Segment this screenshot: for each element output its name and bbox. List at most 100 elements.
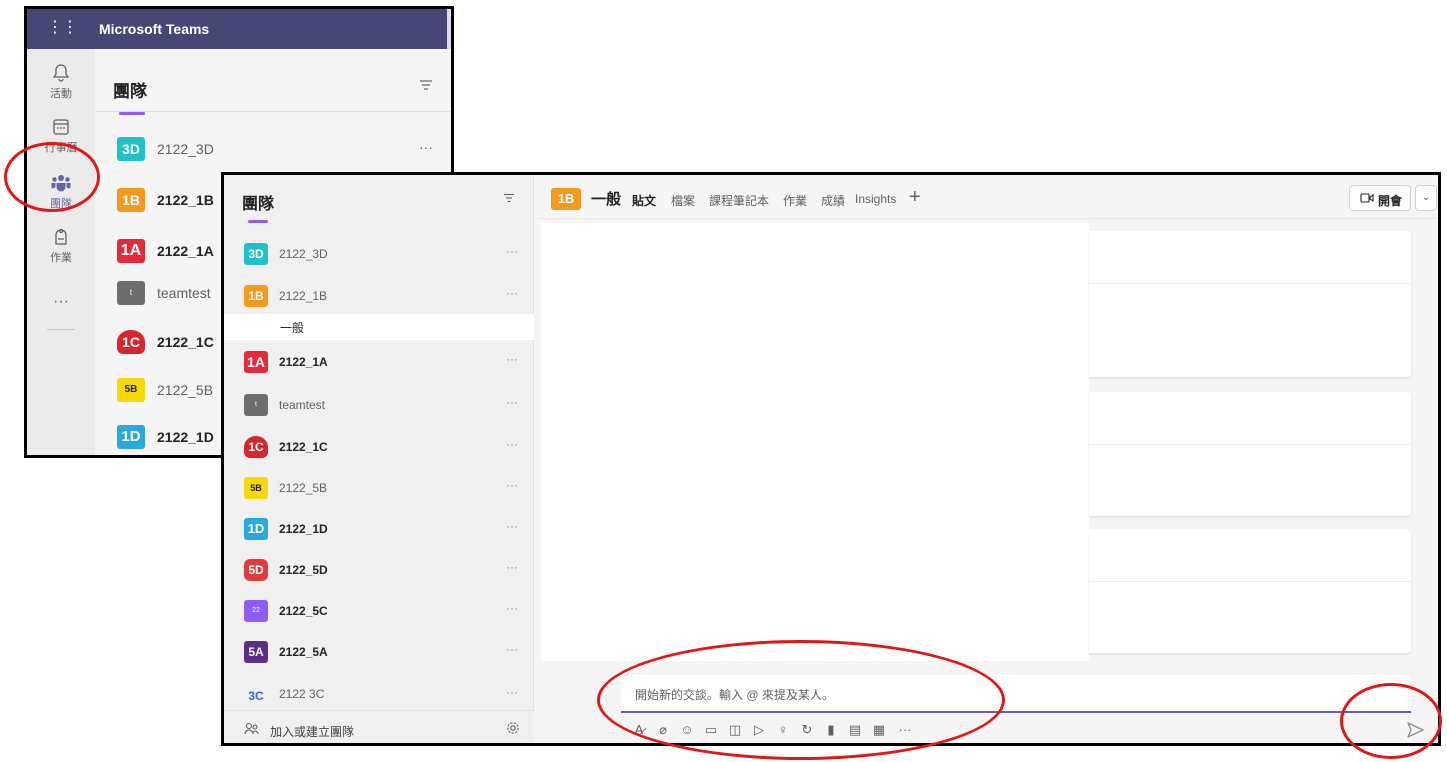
tab-insights[interactable]: Insights <box>855 192 896 206</box>
team-avatar: 1B <box>244 285 268 307</box>
team-row-1b[interactable]: 1B 2122_1B ··· <box>224 279 534 315</box>
team-row-1a[interactable]: 1A 2122_1A ··· <box>224 345 534 381</box>
send-icon[interactable] <box>1405 720 1425 740</box>
more-options-icon[interactable]: ··· <box>506 395 518 409</box>
team-avatar: 5D <box>244 559 268 581</box>
more-options-icon[interactable]: ··· <box>506 601 518 615</box>
more-options-icon[interactable]: ··· <box>506 478 518 492</box>
rail-label: 活動 <box>50 88 72 100</box>
team-row-5b[interactable]: 5B 2122_5B ··· <box>224 471 534 507</box>
filter-icon[interactable] <box>503 193 515 203</box>
gear-icon[interactable] <box>506 721 520 735</box>
teams-list-title: 團隊 <box>242 196 275 213</box>
sticker-icon[interactable]: ◫ <box>727 721 743 739</box>
join-create-team[interactable]: 加入或建立團隊 <box>224 710 534 743</box>
compose-box[interactable]: 開始新的交談。輸入 @ 來提及某人。 <box>621 675 1411 713</box>
meet-now-icon[interactable]: ▷ <box>751 721 767 739</box>
forms-icon[interactable]: ▤ <box>847 721 863 739</box>
praise-icon[interactable]: ♀ <box>775 721 791 739</box>
team-row-teamtest[interactable]: t teamtest ··· <box>224 388 534 424</box>
team-avatar: 3D <box>117 137 145 161</box>
team-row-1d[interactable]: 1D 2122_1D ··· <box>224 512 534 548</box>
tab-grades[interactable]: 成績 <box>821 192 845 209</box>
team-name: 2122_1C <box>157 334 214 350</box>
team-name: 2122_1B <box>279 289 328 303</box>
rail-item-assignments[interactable]: 作業 <box>27 221 95 271</box>
team-name: teamtest <box>157 285 211 301</box>
rail-label: 作業 <box>50 252 72 264</box>
meet-button-label: 開會 <box>1378 194 1403 208</box>
channel-pane: 1B 一般 貼文 檔案 課程筆記本 作業 成績 Insights + 開會 ⌄ <box>535 175 1438 743</box>
divider <box>1089 581 1411 582</box>
filter-icon[interactable] <box>419 79 433 91</box>
title-bar-edge <box>447 9 451 49</box>
team-name: 2122_1A <box>157 243 214 259</box>
teams-list-title: 團隊 <box>113 82 147 101</box>
channel-item-general[interactable]: 一般 <box>224 314 534 340</box>
team-row-3c[interactable]: 3C 2122 3C ··· <box>224 681 534 705</box>
post-card[interactable] <box>1089 529 1411 653</box>
team-avatar: 1D <box>244 518 268 540</box>
tab-assignments[interactable]: 作業 <box>783 192 807 209</box>
post-card[interactable] <box>1089 231 1411 377</box>
team-avatar: 5A <box>244 641 268 663</box>
more-options-icon[interactable]: ··· <box>506 244 518 258</box>
title-bar: ⋮⋮ Microsoft Teams <box>27 9 451 49</box>
meet-dropdown-button[interactable]: ⌄ <box>1415 185 1437 211</box>
app-rail: 活動 行事曆 團隊 作業 ··· <box>27 49 95 455</box>
more-options-icon[interactable]: ··· <box>506 352 518 366</box>
team-avatar: t <box>244 394 268 416</box>
teams-icon <box>51 175 71 192</box>
loop-icon[interactable]: ↻ <box>799 721 815 739</box>
app-launcher-icon[interactable]: ⋮⋮ <box>47 18 78 38</box>
team-name: 2122_5B <box>279 481 328 495</box>
gif-icon[interactable]: ▭ <box>703 721 719 739</box>
attach-icon[interactable]: ⌀ <box>655 721 671 739</box>
compose-placeholder: 開始新的交談。輸入 @ 來提及某人。 <box>635 688 834 702</box>
tab-posts[interactable]: 貼文 <box>632 192 656 209</box>
more-options-icon[interactable]: ··· <box>506 685 518 699</box>
rail-item-calendar[interactable]: 行事曆 <box>27 111 95 161</box>
team-row-5c[interactable]: 22 2122_5C ··· <box>224 594 534 630</box>
rail-label: 團隊 <box>50 198 72 210</box>
more-options-icon[interactable]: ··· <box>419 139 433 155</box>
meet-button[interactable]: 開會 <box>1349 185 1411 211</box>
post-card[interactable] <box>1089 392 1411 516</box>
more-apps-button[interactable]: ··· <box>27 293 95 311</box>
add-tab-button[interactable]: + <box>909 186 921 209</box>
more-options-icon[interactable]: ··· <box>506 519 518 533</box>
tab-files[interactable]: 檔案 <box>671 192 695 209</box>
more-options-icon[interactable]: ··· <box>506 437 518 451</box>
join-create-team-label: 加入或建立團隊 <box>270 725 355 739</box>
format-icon[interactable]: A̷ <box>631 721 647 739</box>
channel-title: 一般 <box>591 191 622 208</box>
more-options-icon[interactable]: ··· <box>506 642 518 656</box>
channel-team-avatar: 1B <box>551 188 581 210</box>
team-row-1c[interactable]: 1C 2122_1C ··· <box>224 430 534 466</box>
divider <box>1089 444 1411 445</box>
onenote-icon[interactable]: ▦ <box>871 721 887 739</box>
tab-class-notebook[interactable]: 課程筆記本 <box>709 192 769 209</box>
more-options-icon[interactable]: ··· <box>506 286 518 300</box>
app-title: Microsoft Teams <box>99 21 210 37</box>
rail-item-activity[interactable]: 活動 <box>27 57 95 107</box>
team-name: 2122_5A <box>279 645 328 659</box>
more-icon[interactable]: ··· <box>895 721 915 739</box>
team-avatar: t <box>117 281 145 305</box>
team-avatar: 1D <box>117 425 145 449</box>
team-row-5a[interactable]: 5A 2122_5A ··· <box>224 635 534 671</box>
content-overlay <box>541 223 1089 661</box>
team-row-5d[interactable]: 5D 2122_5D ··· <box>224 553 534 589</box>
emoji-icon[interactable]: ☺ <box>679 721 695 739</box>
calendar-icon <box>53 119 69 135</box>
more-options-icon[interactable]: ··· <box>506 560 518 574</box>
team-avatar-partial <box>248 220 268 223</box>
rail-item-teams[interactable]: 團隊 <box>27 167 95 217</box>
team-row-3d[interactable]: 3D 2122_3D ··· <box>224 237 534 273</box>
team-avatar: 3C <box>248 689 264 703</box>
stream-icon[interactable]: ▮ <box>823 721 839 739</box>
team-row-3d[interactable]: 3D 2122_3D ··· <box>95 131 451 169</box>
channel-name: 一般 <box>280 321 305 335</box>
divider <box>95 111 451 112</box>
team-name: 2122_3D <box>279 247 328 261</box>
